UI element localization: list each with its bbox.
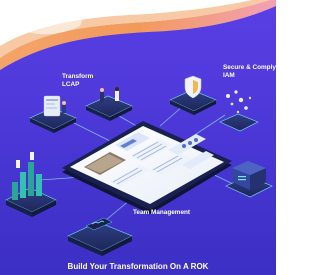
transform-label-line1: Transform <box>62 73 94 80</box>
secure-label-line1: Secure & Comply <box>223 64 276 71</box>
secure-iam-label: Secure & Comply IAM <box>223 64 276 79</box>
transform-label-line2: LCAP <box>62 80 80 88</box>
illustration-scene <box>0 0 276 275</box>
team-management-label: Team Management <box>133 209 191 216</box>
transform-lcap-label: Transform LCAP <box>62 73 93 88</box>
headline: Build Your Transformation On A ROK <box>67 262 209 271</box>
secure-label-line2: IAM <box>223 71 235 79</box>
